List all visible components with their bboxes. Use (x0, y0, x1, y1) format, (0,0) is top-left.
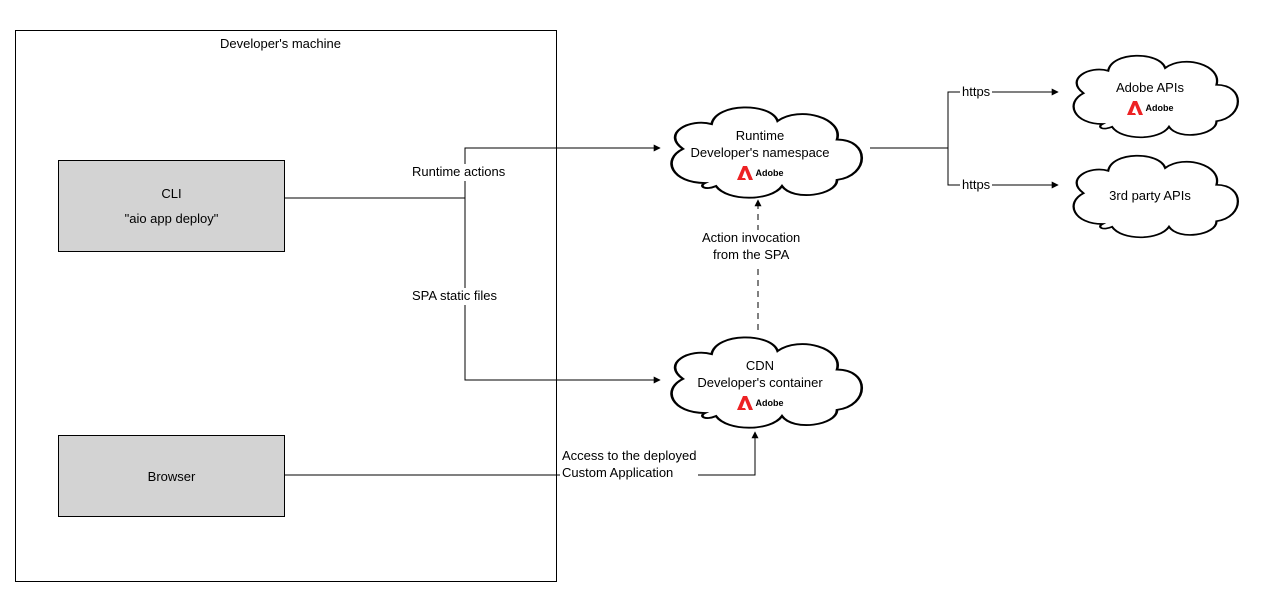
adobe-icon (1127, 101, 1143, 115)
adobe-brand-text: Adobe (1146, 103, 1174, 115)
runtime-line2: Developer's namespace (650, 145, 870, 162)
adobe-logo: Adobe (1127, 101, 1174, 115)
adobe-brand-text: Adobe (756, 168, 784, 180)
adobe-apis-line1: Adobe APIs (1055, 80, 1245, 97)
diagram-canvas: Developer's machine CLI "aio app deploy"… (0, 0, 1280, 593)
cdn-line1: CDN (650, 358, 870, 375)
cli-title: CLI (161, 186, 181, 201)
adobe-icon (737, 166, 753, 180)
adobe-logo: Adobe (737, 396, 784, 410)
edge-label-spa-static: SPA static files (410, 288, 499, 305)
developer-machine-title: Developer's machine (218, 36, 343, 53)
adobe-brand-text: Adobe (756, 398, 784, 410)
edge-label-access-app: Access to the deployed Custom Applicatio… (560, 448, 698, 482)
cdn-line2: Developer's container (650, 375, 870, 392)
adobe-icon (737, 396, 753, 410)
adobe-logo: Adobe (737, 166, 784, 180)
third-party-line1: 3rd party APIs (1055, 188, 1245, 205)
edge-label-runtime-actions: Runtime actions (410, 164, 507, 181)
browser-title: Browser (148, 469, 196, 484)
cli-node: CLI "aio app deploy" (58, 160, 285, 252)
runtime-line1: Runtime (650, 128, 870, 145)
cli-subtitle: "aio app deploy" (125, 211, 219, 226)
edge-label-https-2: https (960, 177, 992, 194)
edge-label-action-invocation: Action invocation from the SPA (700, 230, 802, 264)
browser-node: Browser (58, 435, 285, 517)
edge-label-https-1: https (960, 84, 992, 101)
